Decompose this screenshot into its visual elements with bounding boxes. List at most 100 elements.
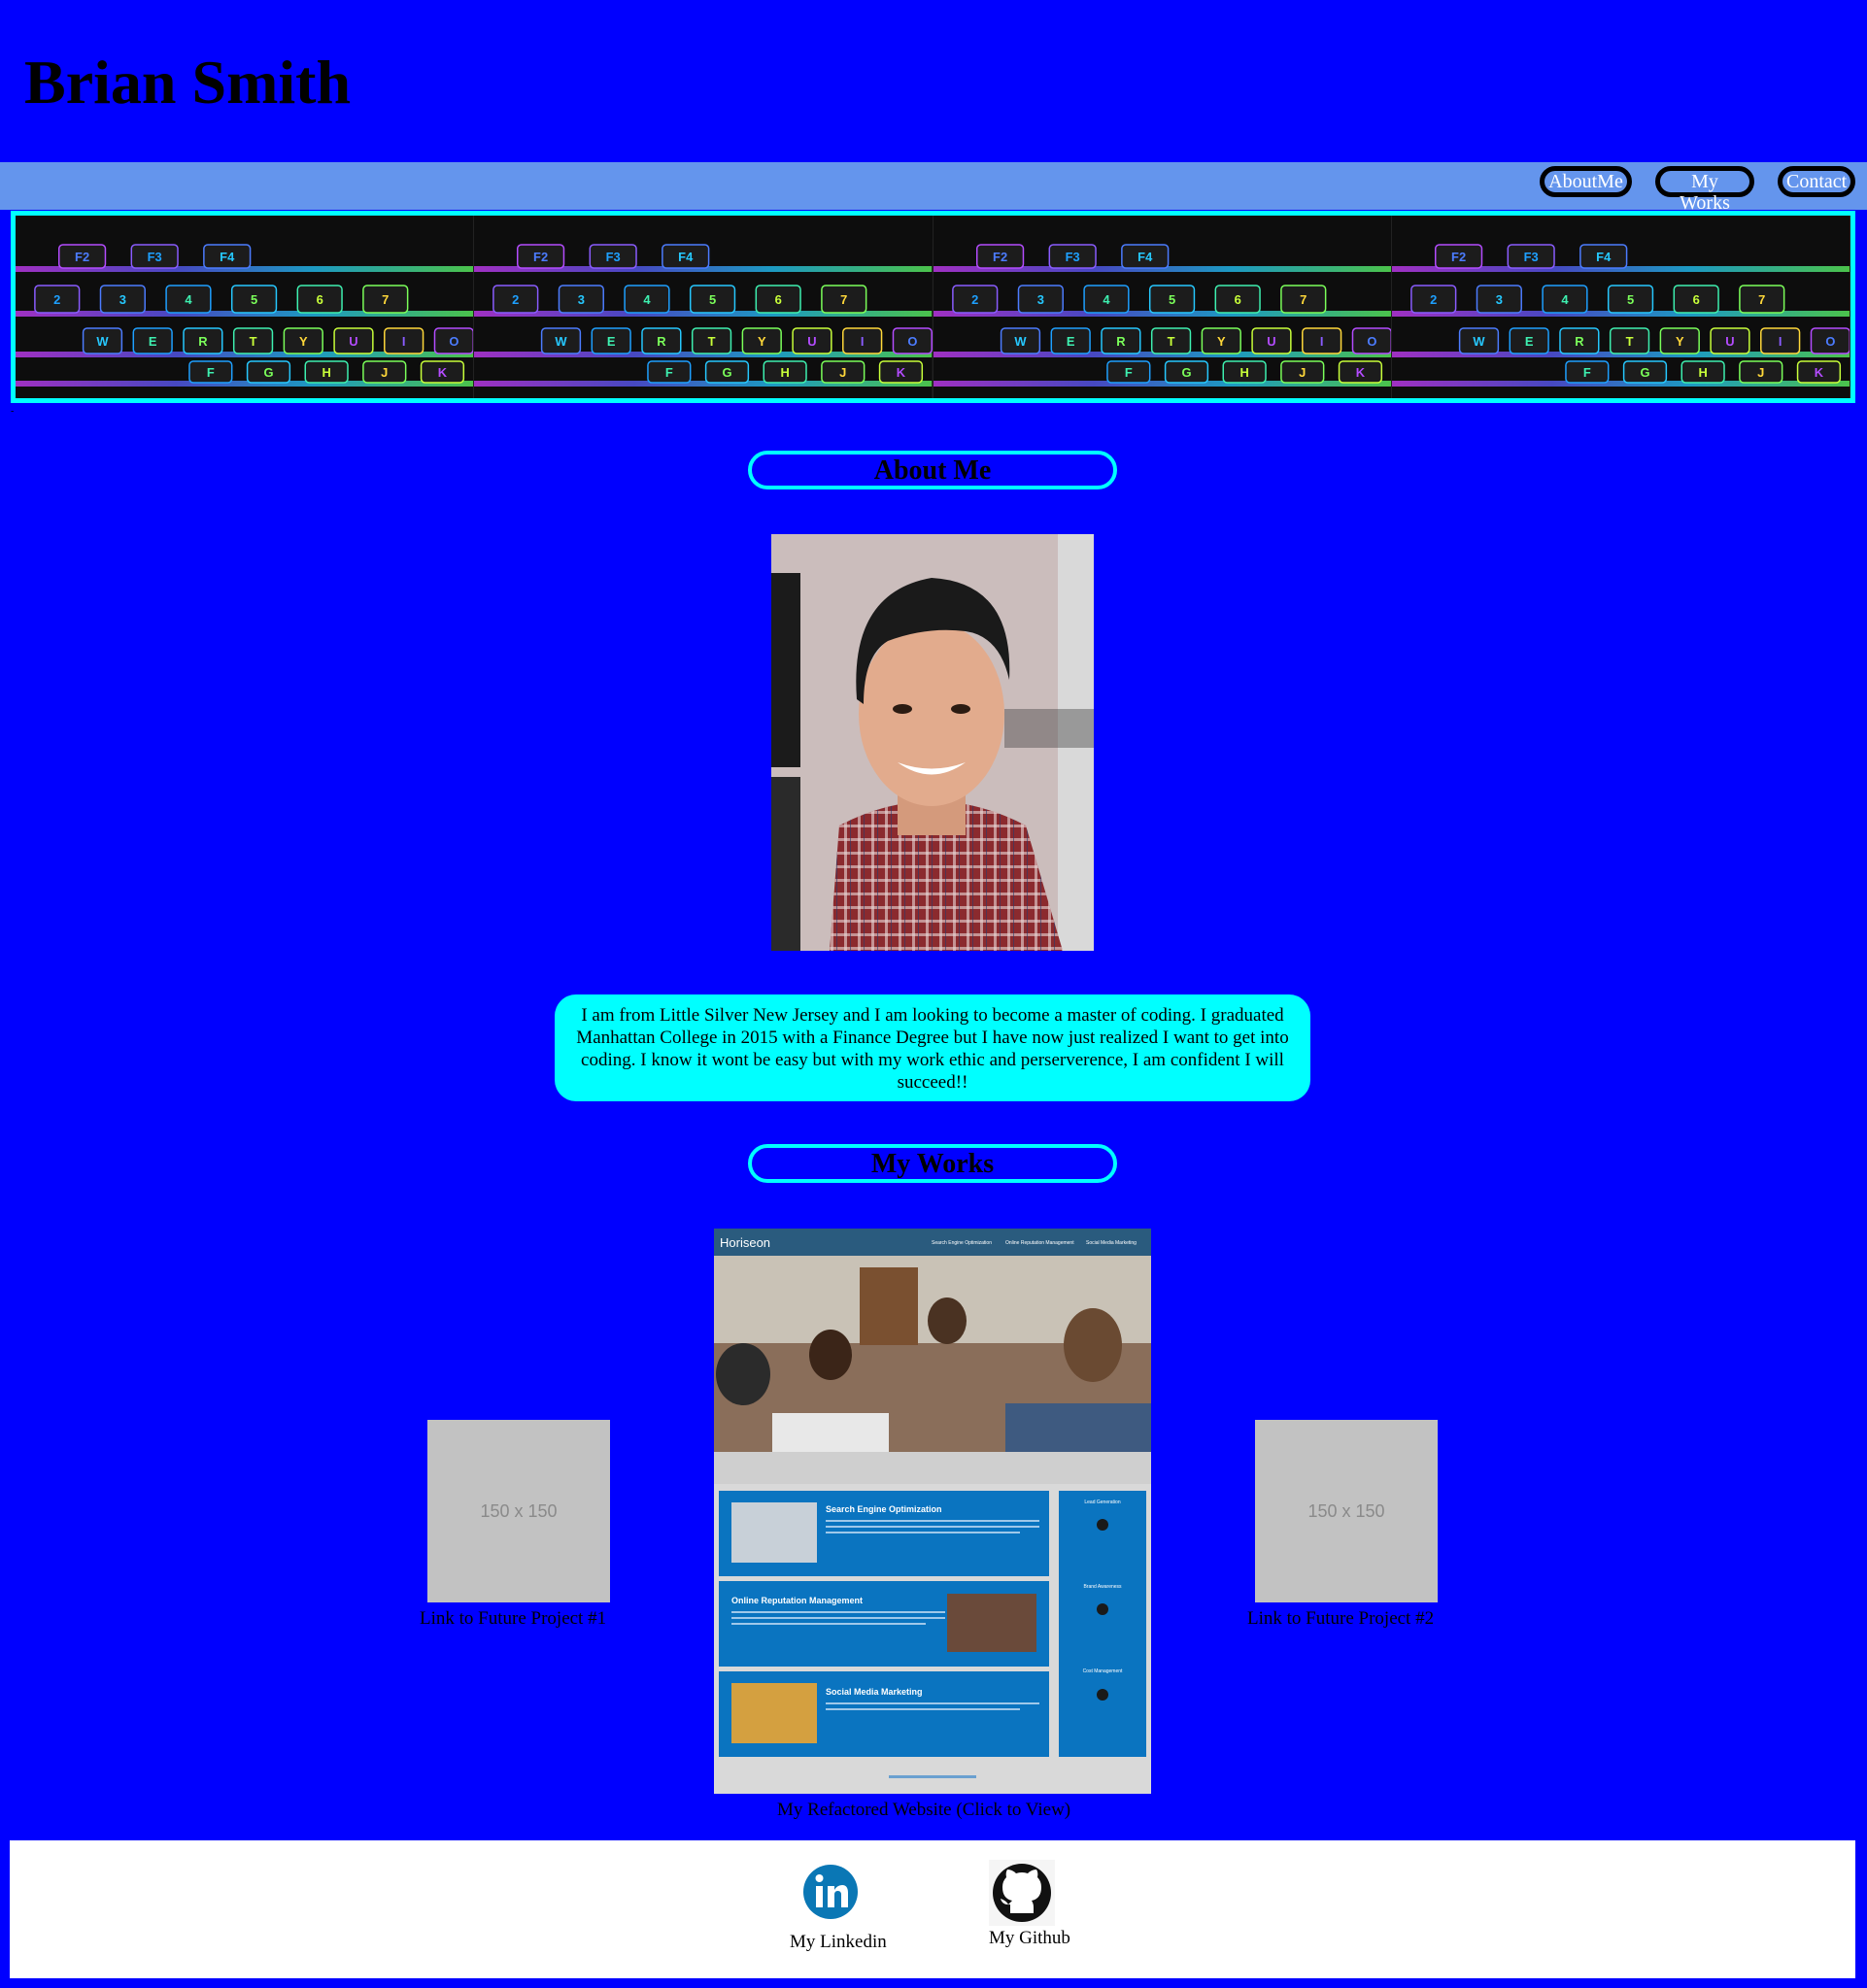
svg-text:J: J (1757, 365, 1764, 380)
keyboard-key: H (763, 360, 807, 384)
keyboard-key: 7 (821, 285, 867, 314)
keyboard-key: R (1100, 327, 1141, 354)
keyboard-key: 4 (624, 285, 670, 314)
github-icon[interactable] (989, 1860, 1055, 1931)
keyboard-key: Y (1201, 327, 1241, 354)
screenshot-nav-text: Search Engine Optimization (932, 1240, 992, 1246)
svg-text:Y: Y (758, 334, 766, 349)
svg-text:I: I (1779, 334, 1782, 349)
keyboard-key: F (1564, 360, 1610, 384)
keyboard-key: 3 (99, 285, 146, 314)
keyboard-key: J (362, 360, 407, 384)
keyboard-drawing: F2F3F4234567WERTYUIOPFGHJKL (1391, 216, 1850, 398)
keyboard-key: E (591, 327, 632, 354)
keyboard-key: I (384, 327, 424, 354)
keyboard-key: 6 (1214, 285, 1261, 314)
keyboard-key: 3 (1476, 285, 1522, 314)
keyboard-banner-tile: F2F3F4234567WERTYUIOPFGHJKL (474, 216, 934, 398)
keyboard-key: O (433, 327, 474, 354)
svg-text:I: I (1319, 334, 1323, 349)
svg-text:6: 6 (317, 292, 323, 307)
svg-text:4: 4 (644, 292, 652, 307)
keyboard-key: K (1796, 360, 1841, 384)
svg-text:E: E (607, 334, 616, 349)
keyboard-key: 5 (1148, 285, 1195, 314)
keyboard-key: 2 (34, 285, 81, 314)
svg-text:F2: F2 (1451, 250, 1466, 264)
svg-text:T: T (1167, 334, 1174, 349)
keyboard-key: 6 (755, 285, 802, 314)
svg-text:F: F (207, 365, 215, 380)
keyboard-key: 7 (1738, 285, 1785, 314)
keyboard-key: U (1250, 327, 1292, 354)
svg-text:H: H (1239, 365, 1248, 380)
svg-text:F: F (1583, 365, 1591, 380)
keyboard-key: K (879, 360, 924, 384)
svg-text:2: 2 (53, 292, 60, 307)
screenshot-sidebar-title: Brand Awareness (1083, 1584, 1122, 1590)
keyboard-key: H (1222, 360, 1267, 384)
keyboard-key: F4 (1578, 244, 1628, 269)
svg-text:F2: F2 (75, 250, 89, 264)
keyboard-key: 3 (1017, 285, 1064, 314)
svg-text:3: 3 (119, 292, 126, 307)
future-project-2-link[interactable]: Link to Future Project #2 (1247, 1608, 1434, 1630)
future-project-1-link[interactable]: Link to Future Project #1 (420, 1608, 606, 1630)
keyboard-key: F3 (589, 244, 638, 269)
keyboard-key: F (188, 360, 233, 384)
svg-text:6: 6 (775, 292, 782, 307)
keyboard-key: Y (283, 327, 323, 354)
svg-text:2: 2 (512, 292, 519, 307)
nav-about-me-button[interactable]: AboutMe (1540, 166, 1632, 197)
svg-text:E: E (1066, 334, 1074, 349)
nav-my-works-button[interactable]: My Works (1655, 166, 1754, 214)
github-link[interactable]: My Github (989, 1928, 1070, 1949)
screenshot-sidebar-title: Lead Generation (1084, 1499, 1120, 1505)
keyboard-key: J (821, 360, 866, 384)
svg-text:T: T (250, 334, 257, 349)
keyboard-banner-tile: F2F3F4234567WERTYUIOPFGHJKL (933, 216, 1392, 398)
svg-text:2: 2 (971, 292, 978, 307)
svg-text:R: R (657, 334, 666, 349)
nav-contact-button[interactable]: Contact (1778, 166, 1855, 197)
keyboard-key: U (1710, 327, 1750, 354)
profile-photo (771, 534, 1094, 951)
linkedin-icon[interactable] (802, 1863, 859, 1926)
svg-text:F: F (1124, 365, 1132, 380)
keyboard-key: T (232, 327, 274, 354)
refactored-website-link[interactable]: My Refactored Website (Click to View) (777, 1800, 1070, 1821)
keyboard-key: K (420, 360, 465, 384)
keyboard-banner-tile: F2F3F4234567WERTYUIOPFGHJKL (1391, 216, 1850, 398)
keyboard-key: 5 (230, 285, 278, 314)
navbar: AboutMe My Works Contact (0, 162, 1867, 214)
svg-text:2: 2 (1430, 292, 1437, 307)
svg-text:5: 5 (251, 292, 257, 307)
keyboard-key: F (647, 360, 692, 384)
svg-text:F2: F2 (993, 250, 1007, 264)
linkedin-link[interactable]: My Linkedin (790, 1932, 887, 1953)
keyboard-key: F4 (1120, 244, 1169, 269)
svg-text:H: H (322, 365, 330, 380)
keyboard-key: T (692, 327, 732, 354)
keyboard-drawing: F2F3F4234567WERTYUIOPFGHJKL (933, 216, 1391, 398)
refactored-website-screenshot[interactable]: Horiseon Search Engine Optimization Onli… (714, 1229, 1151, 1794)
svg-text:F2: F2 (533, 250, 548, 264)
svg-text:K: K (897, 365, 906, 380)
svg-text:7: 7 (382, 292, 389, 307)
screenshot-brand-text: Horiseon (720, 1235, 770, 1250)
svg-text:4: 4 (185, 292, 192, 307)
svg-text:G: G (263, 365, 273, 380)
svg-text:E: E (1525, 334, 1534, 349)
svg-text:G: G (1181, 365, 1191, 380)
future-project-1-placeholder-image[interactable]: 150 x 150 (427, 1420, 610, 1602)
future-project-2-placeholder-image[interactable]: 150 x 150 (1255, 1420, 1438, 1602)
keyboard-key: 2 (492, 285, 539, 314)
svg-text:F3: F3 (1523, 250, 1538, 264)
keyboard-key: G (1164, 360, 1208, 384)
svg-text:T: T (708, 334, 716, 349)
keyboard-key: 2 (1409, 285, 1457, 314)
svg-text:K: K (438, 365, 448, 380)
keyboard-key: W (82, 327, 123, 354)
keyboard-key: 7 (1279, 285, 1326, 314)
keyboard-key: J (1738, 360, 1783, 384)
